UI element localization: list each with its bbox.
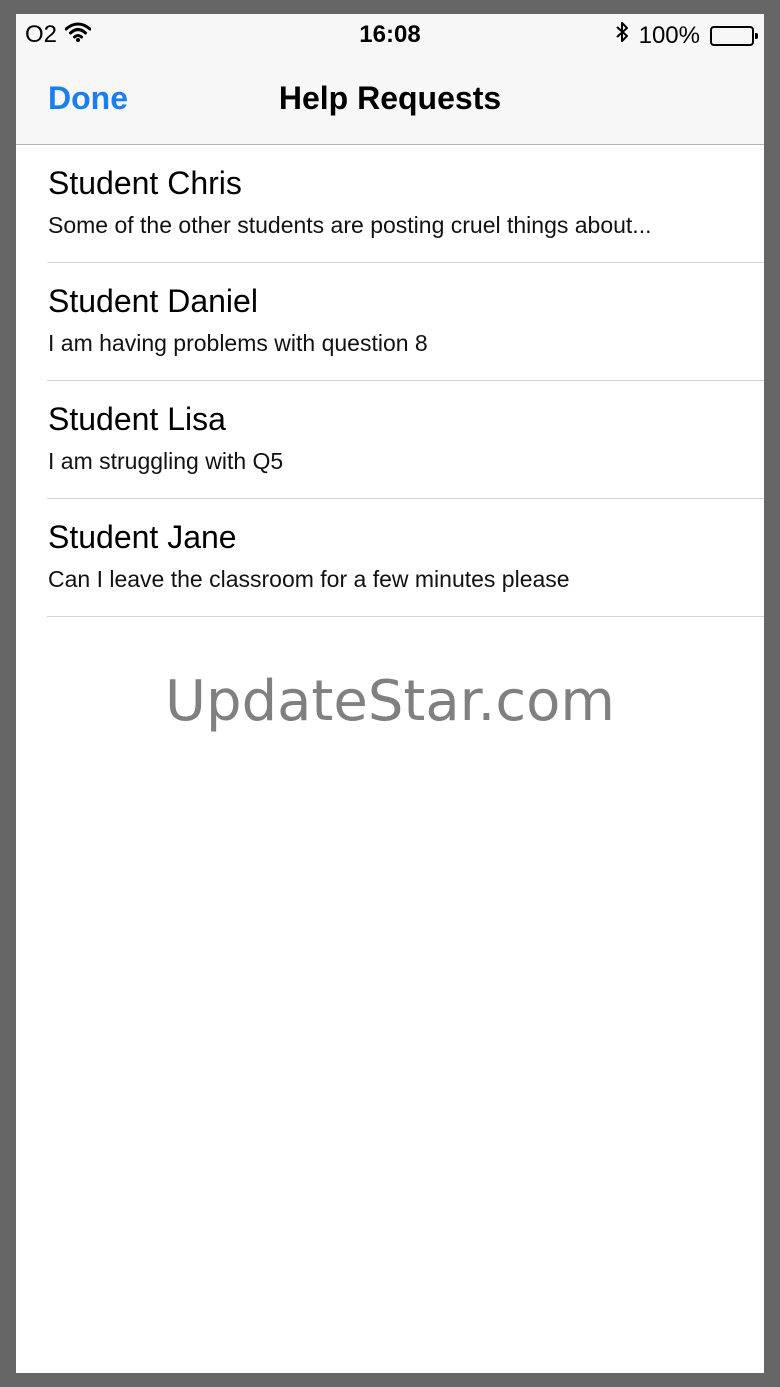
request-message: I am struggling with Q5 [48,448,284,474]
list-item[interactable]: Student Lisa I am struggling with Q5 [16,381,764,499]
battery-percent: 100% [638,21,700,49]
status-right: 100% [615,21,758,50]
request-message: I am having problems with question 8 [48,330,428,356]
page-title: Help Requests [278,80,502,116]
request-student-name: Student Lisa [48,401,226,437]
list-item[interactable]: Student Jane Can I leave the classroom f… [16,499,764,617]
phone-screen: O2 16:08 100% Done Help Requests Student… [16,14,764,1373]
battery-icon [710,25,758,46]
help-requests-list: Student Chris Some of the other students… [16,145,764,617]
request-message: Can I leave the classroom for a few minu… [48,566,570,592]
request-student-name: Student Jane [48,519,237,555]
request-student-name: Student Daniel [48,283,258,319]
request-message: Some of the other students are posting c… [48,212,652,238]
watermark: UpdateStar.com [165,669,615,734]
request-student-name: Student Chris [48,165,242,201]
bluetooth-icon [615,21,629,50]
list-item[interactable]: Student Chris Some of the other students… [16,145,764,263]
battery-cap [755,32,758,39]
status-bar: O2 16:08 100% [16,14,764,56]
list-item[interactable]: Student Daniel I am having problems with… [16,263,764,381]
navigation-bar: Done Help Requests [16,56,764,145]
